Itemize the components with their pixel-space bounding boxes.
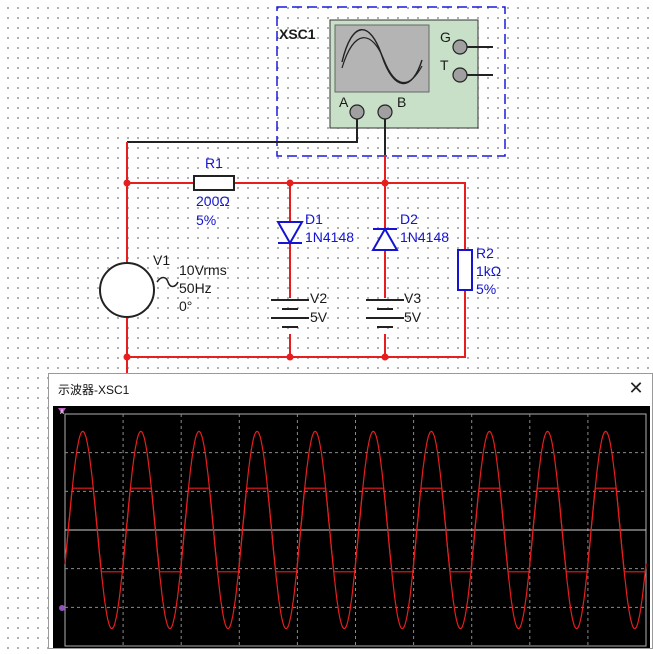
circuit-wires <box>126 142 466 373</box>
resistor-r1[interactable]: R1 200Ω 5% <box>193 155 235 228</box>
dc-source-v2[interactable]: V2 5V <box>271 290 328 328</box>
sine-symbol-icon <box>156 276 179 288</box>
v2-value: 5V <box>310 309 328 325</box>
oscilloscope-screen[interactable]: A <box>53 406 650 648</box>
resistor-r2[interactable]: R2 1kΩ 5% <box>457 245 501 297</box>
d2-model: 1N4148 <box>400 229 449 245</box>
close-button[interactable]: ✕ <box>622 374 650 402</box>
r1-value: 200Ω <box>196 193 230 209</box>
ground-terminal[interactable] <box>452 39 468 55</box>
d2-refdes: D2 <box>400 211 418 227</box>
r1-tolerance: 5% <box>196 212 216 228</box>
dc-source-v3[interactable]: V3 5V <box>366 290 422 328</box>
ac-source-v1[interactable]: V1 10Vrms 50Hz 0° <box>99 252 227 318</box>
oscilloscope-window[interactable]: 示波器-XSC1 ✕ A <box>48 373 653 649</box>
channel-a-label: A <box>339 94 349 110</box>
oscilloscope-xsc1[interactable]: XSC1 G T A B <box>127 6 506 157</box>
v3-value: 5V <box>404 309 422 325</box>
d1-model: 1N4148 <box>305 229 354 245</box>
window-titlebar[interactable]: 示波器-XSC1 ✕ <box>49 374 652 404</box>
v2-refdes: V2 <box>310 290 327 306</box>
v1-amplitude: 10Vrms <box>179 262 227 278</box>
r1-refdes: R1 <box>205 155 223 171</box>
channel-b-label: B <box>397 94 406 110</box>
r2-value: 1kΩ <box>476 263 501 279</box>
oscilloscope-refdes: XSC1 <box>279 26 316 42</box>
waveform-display: A <box>58 408 647 647</box>
channel-b-marker[interactable] <box>59 605 65 611</box>
channel-a-lead <box>127 119 358 143</box>
r2-tolerance: 5% <box>476 281 496 297</box>
ground-terminal-label: G <box>440 29 451 45</box>
v1-frequency: 50Hz <box>179 280 212 296</box>
window-title: 示波器-XSC1 <box>58 383 130 397</box>
channel-a-terminal[interactable] <box>349 104 365 120</box>
d1-refdes: D1 <box>305 211 323 227</box>
junction-dots <box>123 179 389 361</box>
trigger-terminal[interactable] <box>452 67 468 83</box>
v3-refdes: V3 <box>404 290 421 306</box>
trigger-terminal-label: T <box>440 57 449 73</box>
svg-text:A: A <box>60 410 64 416</box>
oscilloscope-display-icon <box>334 24 430 93</box>
r2-refdes: R2 <box>476 245 494 261</box>
v1-refdes: V1 <box>153 252 170 268</box>
v1-phase: 0° <box>179 298 192 314</box>
scope-grid <box>64 413 647 647</box>
channel-b-terminal[interactable] <box>377 104 393 120</box>
